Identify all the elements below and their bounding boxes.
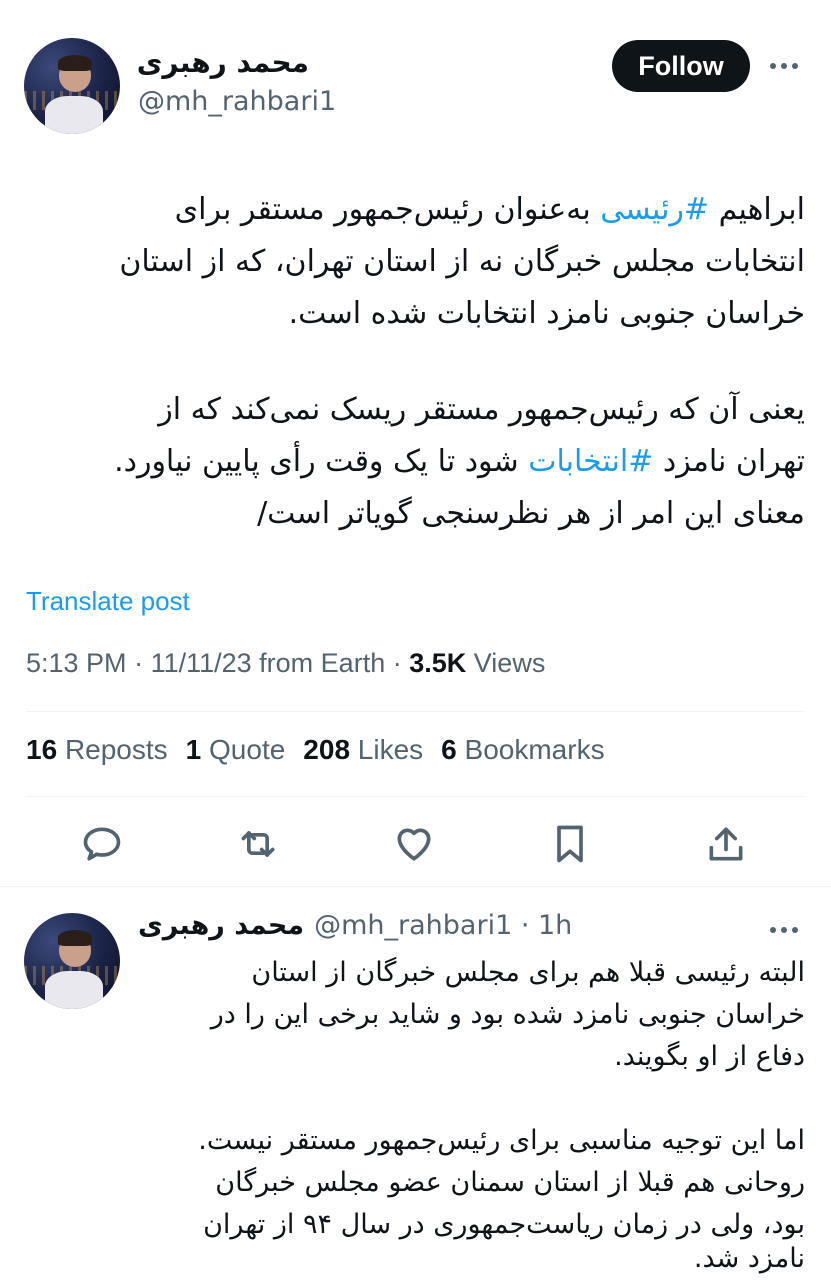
hashtag-link[interactable]: #انتخابات xyxy=(528,444,653,479)
speech-bubble-icon[interactable] xyxy=(80,822,124,866)
tweet-text-line: خراسان جنوبی نامزد انتخابات شده است. xyxy=(289,288,805,340)
meta-separator: · xyxy=(126,648,151,678)
reply-meta: @mh_rahbari1 · 1h xyxy=(314,910,573,941)
avatar-hair xyxy=(57,930,93,946)
tweet-text-line: یعنی آن که رئیس‌جمهور مستقر ریسک نمی‌کند… xyxy=(158,384,805,436)
reply-author-avatar[interactable] xyxy=(24,913,120,1009)
author-handle[interactable]: @mh_rahbari1 xyxy=(138,86,336,117)
divider xyxy=(26,711,805,712)
text-span: به‌عنوان رئیس‌جمهور مستقر برای xyxy=(174,192,601,227)
quotes-count: 1 xyxy=(185,734,202,765)
reply-author-name[interactable]: محمد رهبری xyxy=(138,910,304,941)
text-span: انتخابات مجلس خبرگان نه از استان تهران، … xyxy=(119,244,805,279)
avatar-body xyxy=(45,970,103,1009)
reply-text-line: خراسان جنوبی نامزد شده بود و شاید برخی ا… xyxy=(210,999,805,1030)
reposts-label: Reposts xyxy=(64,734,168,765)
avatar-hair xyxy=(57,55,93,71)
reply-text-line: اما این توجیه مناسبی برای رئیس‌جمهور مست… xyxy=(198,1125,805,1156)
reply-text-line: دفاع از او بگویند. xyxy=(614,1041,805,1072)
heart-icon[interactable] xyxy=(392,822,436,866)
avatar-body xyxy=(45,95,103,134)
text-span: ابراهیم xyxy=(709,192,805,227)
reply-text-line: نامزد شد. xyxy=(693,1243,805,1274)
quotes-stat[interactable]: 1 Quote xyxy=(186,734,286,766)
views-count: 3.5K xyxy=(409,648,467,678)
thread-divider xyxy=(0,886,831,887)
tweet-source: from Earth xyxy=(259,648,386,678)
reposts-count: 16 xyxy=(26,734,58,765)
ellipsis-icon[interactable] xyxy=(770,924,804,936)
tweet-meta: 5:13 PM · 11/11/23 from Earth · 3.5K Vie… xyxy=(26,648,545,679)
tweet-time[interactable]: 5:13 PM xyxy=(26,648,127,678)
text-span: تهران نامزد xyxy=(653,444,805,479)
author-display-name[interactable]: محمد رهبری xyxy=(137,46,309,79)
likes-count: 208 xyxy=(303,734,351,765)
reply-header: محمد رهبری @mh_rahbari1 · 1h xyxy=(138,910,572,941)
tweet-text-line: تهران نامزد #انتخابات شود تا یک وقت رأی … xyxy=(114,436,805,488)
text-span: شود تا یک وقت رأی پایین نیاورد. xyxy=(114,444,529,479)
text-span: خراسان جنوبی نامزد انتخابات شده است. xyxy=(288,296,805,331)
share-upload-icon[interactable] xyxy=(704,822,748,866)
likes-stat[interactable]: 208 Likes xyxy=(303,734,423,766)
author-avatar[interactable] xyxy=(24,38,120,134)
repost-arrows-icon[interactable] xyxy=(236,822,280,866)
tweet-text-line: ابراهیم #رئیسی به‌عنوان رئیس‌جمهور مستقر… xyxy=(175,184,805,236)
translate-post-link[interactable]: Translate post xyxy=(26,586,190,617)
text-span: یعنی آن که رئیس‌جمهور مستقر ریسک نمی‌کند… xyxy=(158,392,805,427)
ellipsis-icon[interactable] xyxy=(770,60,804,72)
bookmark-icon[interactable] xyxy=(548,822,592,866)
tweet-text-line: انتخابات مجلس خبرگان نه از استان تهران، … xyxy=(119,236,805,288)
follow-button[interactable]: Follow xyxy=(612,40,750,92)
bookmarks-count: 6 xyxy=(441,734,457,765)
reply-text-line: البته رئیسی قبلا هم برای مجلس خبرگان از … xyxy=(251,957,805,988)
reposts-stat[interactable]: 16 Reposts xyxy=(26,734,168,766)
likes-label: Likes xyxy=(357,734,424,765)
reply-author-handle[interactable]: @mh_rahbari1 xyxy=(314,910,512,941)
views-label: Views xyxy=(473,648,546,678)
tweet-text-line: معنای این امر از هر نظرسنجی گویاتر است/ xyxy=(257,488,805,540)
divider xyxy=(26,796,805,797)
text-span: معنای این امر از هر نظرسنجی گویاتر است/ xyxy=(257,496,805,531)
engagement-stats: 16 Reposts 1 Quote 208 Likes 6 Bookmarks xyxy=(26,734,605,766)
reply-timestamp[interactable]: 1h xyxy=(538,910,572,941)
reply-text-line: روحانی هم قبلا از استان سمنان عضو مجلس خ… xyxy=(215,1167,805,1198)
meta-separator: · xyxy=(385,648,410,678)
bookmarks-label: Bookmarks xyxy=(464,734,605,765)
bookmarks-stat[interactable]: 6 Bookmarks xyxy=(441,734,604,766)
tweet-date[interactable]: 11/11/23 xyxy=(151,648,252,678)
hashtag-link[interactable]: #رئیسی xyxy=(600,192,709,227)
quotes-label: Quote xyxy=(209,734,286,765)
